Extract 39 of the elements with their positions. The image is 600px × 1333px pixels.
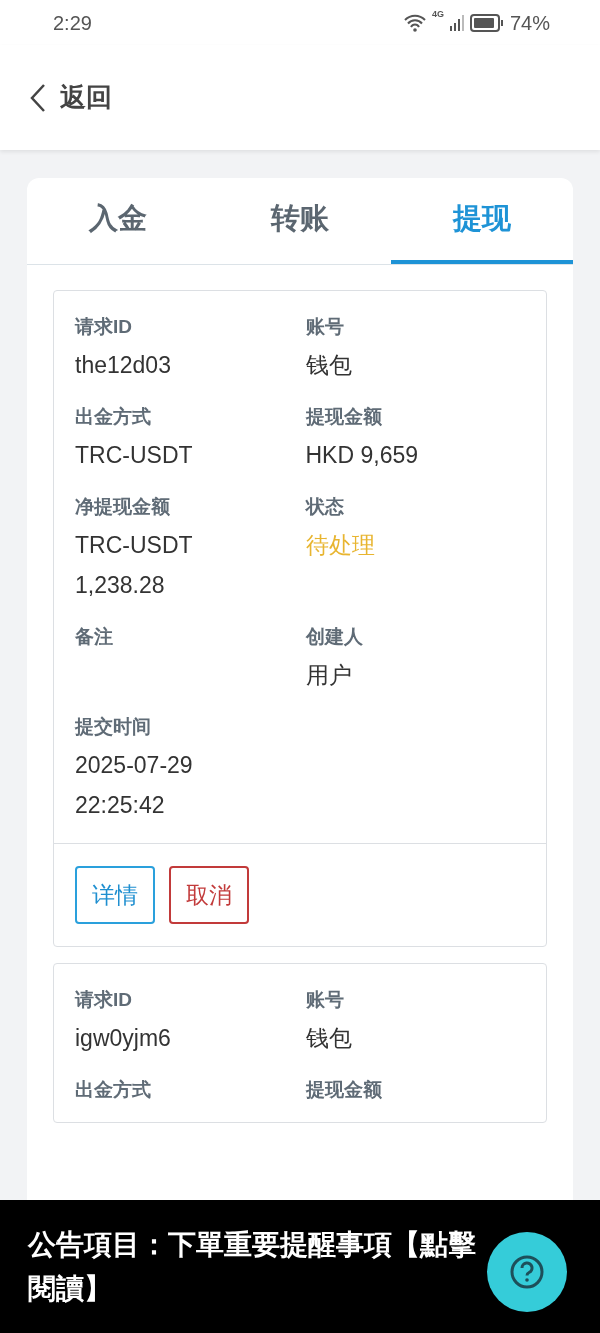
field-label: 创建人 <box>305 625 364 649</box>
field-label: 出金方式 <box>75 1078 152 1102</box>
tab[interactable]: 转账 <box>209 178 391 264</box>
field-value: igw0yjm6 <box>75 1024 172 1053</box>
action-button[interactable]: 详情 <box>75 866 155 924</box>
tab[interactable]: 入金 <box>27 178 209 264</box>
field-value: TRC-USDT 1,238.28 <box>75 531 194 600</box>
field-label: 提交时间 <box>75 715 152 739</box>
field-label: 账号 <box>305 315 345 339</box>
wifi-icon <box>403 13 426 32</box>
field-value: 用户 <box>305 661 353 690</box>
field-value: TRC-USDT <box>75 441 194 470</box>
status-time: 2:29 <box>53 10 92 36</box>
help-icon <box>509 1254 545 1290</box>
field-label: 请求ID <box>75 988 133 1012</box>
field-label: 出金方式 <box>75 405 152 429</box>
field-value: 钱包 <box>305 1024 353 1053</box>
signal-icon <box>449 14 464 31</box>
battery-icon <box>469 13 504 32</box>
tab[interactable]: 提现 <box>391 178 573 264</box>
field-label: 提现金额 <box>305 1078 383 1102</box>
field-value: 2025-07-29 22:25:42 <box>75 751 194 820</box>
announcement-banner[interactable]: 公告項目：下單重要提醒事項【點擊閱讀】 <box>0 1200 600 1333</box>
action-button[interactable]: 取消 <box>169 866 249 924</box>
field-value: the12d03 <box>75 351 172 380</box>
back-icon <box>30 82 46 113</box>
field-value: HKD 9,659 <box>305 441 419 470</box>
battery-percent: 74% <box>509 10 550 36</box>
network-label: 4G <box>431 7 444 21</box>
field-value: 待处理 <box>305 531 376 560</box>
field-value: 钱包 <box>305 351 353 380</box>
field-label: 请求ID <box>75 315 133 339</box>
field-label: 状态 <box>305 495 345 519</box>
field-label: 账号 <box>305 988 345 1012</box>
field-label: 净提现金额 <box>75 495 171 519</box>
field-label: 备注 <box>75 625 114 649</box>
back-button[interactable]: 返回 <box>30 78 112 117</box>
field-label: 提现金额 <box>305 405 383 429</box>
announcement-text: 公告項目：下單重要提醒事項【點擊閱讀】 <box>28 1227 477 1306</box>
